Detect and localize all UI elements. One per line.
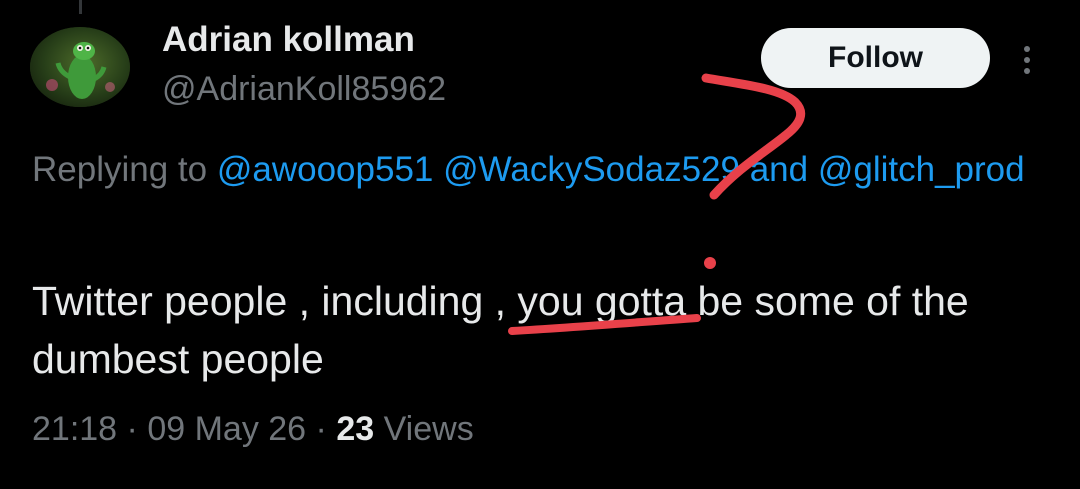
more-dot bbox=[1024, 68, 1030, 74]
mention-link-wackysodaz529[interactable]: @WackySodaz529 bbox=[443, 150, 740, 189]
avatar-image bbox=[30, 27, 130, 107]
more-dot bbox=[1024, 46, 1030, 52]
tweet-date[interactable]: 09 May 26 bbox=[147, 410, 306, 448]
author-handle[interactable]: @AdrianKoll85962 bbox=[162, 70, 446, 109]
follow-button[interactable]: Follow bbox=[761, 28, 990, 88]
mention-link-awooop551[interactable]: @awooop551 bbox=[217, 150, 434, 189]
views-count: 23 bbox=[336, 410, 375, 448]
views-label: Views bbox=[383, 410, 474, 448]
tweet-text: Twitter people , including , you gotta b… bbox=[32, 278, 969, 382]
thread-connector-line bbox=[79, 0, 82, 14]
more-dot bbox=[1024, 57, 1030, 63]
author-display-name[interactable]: Adrian kollman bbox=[162, 20, 415, 60]
meta-separator: · bbox=[315, 410, 327, 448]
mention-conjunction[interactable]: and bbox=[750, 150, 808, 189]
avatar[interactable] bbox=[30, 27, 130, 107]
more-vertical-icon[interactable] bbox=[1012, 40, 1042, 80]
tweet-meta: 21:18 · 09 May 26 · 23 Views bbox=[32, 410, 474, 449]
mention-link-glitch-prod[interactable]: @glitch_prod bbox=[818, 150, 1025, 189]
tweet-time[interactable]: 21:18 bbox=[32, 410, 117, 448]
meta-separator: · bbox=[126, 410, 138, 448]
replying-to-line: Replying to @awooop551 @WackySodaz529 an… bbox=[32, 143, 1032, 197]
replying-to-label: Replying to bbox=[32, 150, 208, 189]
question-mark-dot-annotation bbox=[704, 257, 716, 269]
